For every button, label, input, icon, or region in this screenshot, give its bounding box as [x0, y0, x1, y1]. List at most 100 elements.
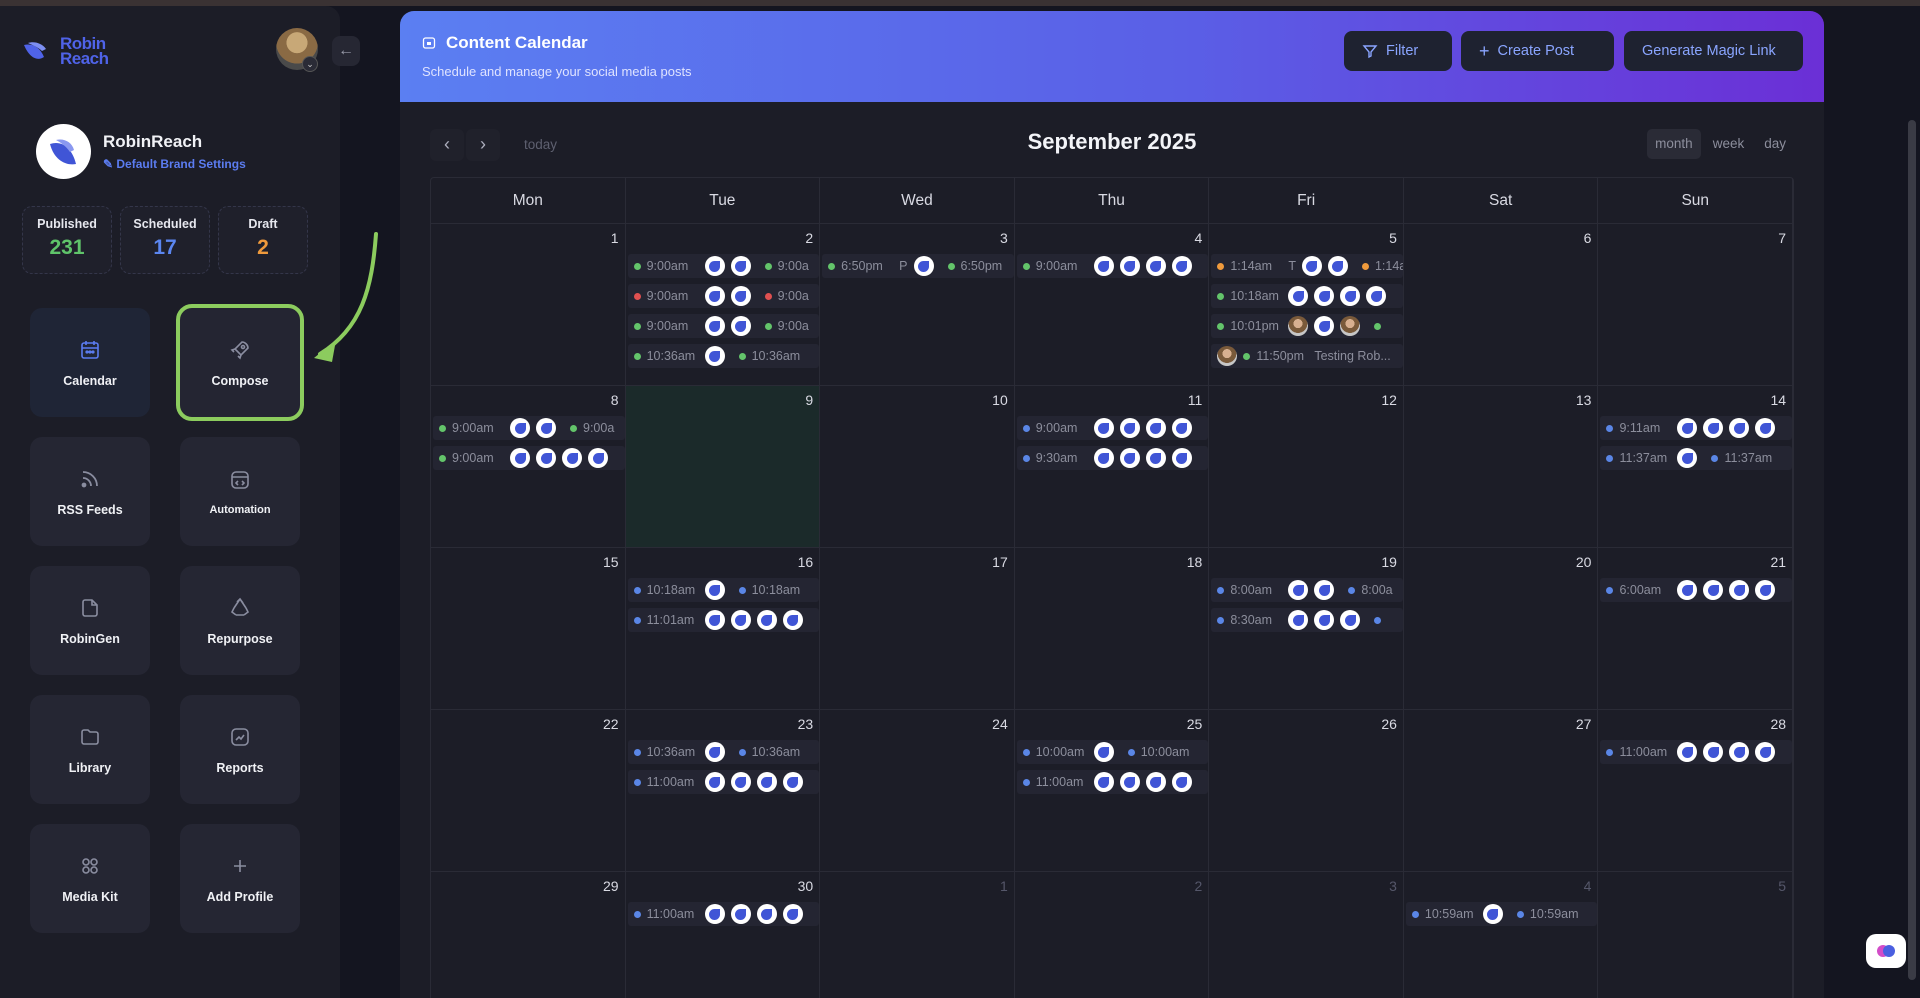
- calendar-day[interactable]: 1: [820, 872, 1015, 998]
- day-number[interactable]: 23: [798, 716, 814, 732]
- calendar-event[interactable]: 9:00am: [1016, 416, 1209, 440]
- calendar-day[interactable]: 8 9:00am 9:00a 9:00am: [431, 386, 626, 547]
- day-number[interactable]: 3: [1389, 878, 1397, 894]
- nav-reports[interactable]: Reports: [180, 695, 300, 804]
- calendar-day[interactable]: 22: [431, 710, 626, 871]
- calendar-day[interactable]: 4 9:00am: [1015, 224, 1210, 385]
- day-number[interactable]: 4: [1584, 878, 1592, 894]
- calendar-event[interactable]: 9:00am 9:00a: [433, 416, 625, 440]
- brand-settings-link[interactable]: ✎ Default Brand Settings: [103, 157, 246, 171]
- calendar-day[interactable]: 1: [431, 224, 626, 385]
- calendar-day[interactable]: 9: [625, 386, 821, 547]
- calendar-day[interactable]: 2: [1015, 872, 1210, 998]
- day-number[interactable]: 18: [1187, 554, 1203, 570]
- day-number[interactable]: 22: [603, 716, 619, 732]
- day-number[interactable]: 19: [1381, 554, 1397, 570]
- day-number[interactable]: 16: [798, 554, 814, 570]
- day-number[interactable]: 28: [1770, 716, 1786, 732]
- nav-media-kit[interactable]: Media Kit: [30, 824, 150, 933]
- calendar-day[interactable]: 25 10:00am 10:00am 11:00am: [1015, 710, 1210, 871]
- create-post-button[interactable]: + Create Post: [1461, 31, 1614, 71]
- calendar-event[interactable]: 9:00am: [1016, 254, 1209, 278]
- calendar-day[interactable]: 26: [1209, 710, 1404, 871]
- calendar-day[interactable]: 2 9:00am 9:00a 9:00am 9:00a 9:00am 9:00a 10:36a…: [626, 224, 821, 385]
- calendar-event[interactable]: 6:00am: [1600, 578, 1793, 602]
- calendar-day[interactable]: 28 11:00am: [1598, 710, 1794, 871]
- calendar-day[interactable]: 4 10:59am 10:59am: [1404, 872, 1599, 998]
- calendar-event[interactable]: 10:18am 10:18am: [627, 578, 820, 602]
- calendar-event[interactable]: 11:01am: [627, 608, 820, 632]
- calendar-event[interactable]: 6:50pmP6:50pmP: [822, 254, 1014, 278]
- calendar-day[interactable]: 6: [1404, 224, 1599, 385]
- day-number[interactable]: 14: [1770, 392, 1786, 408]
- nav-automation[interactable]: Automation: [180, 437, 300, 546]
- calendar-event[interactable]: 10:36am 10:36am: [627, 740, 820, 764]
- calendar-day[interactable]: 3 6:50pmP6:50pmP: [820, 224, 1015, 385]
- stat-published[interactable]: Published 231: [22, 206, 112, 274]
- calendar-event[interactable]: 11:50pm Testing Rob...: [1211, 344, 1403, 368]
- calendar-day[interactable]: 27: [1404, 710, 1599, 871]
- app-logo[interactable]: Robin Reach: [22, 35, 109, 67]
- calendar-day[interactable]: 13: [1404, 386, 1599, 547]
- calendar-day[interactable]: 23 10:36am 10:36am 11:00am: [626, 710, 821, 871]
- nav-add-profile[interactable]: Add Profile: [180, 824, 300, 933]
- calendar-event[interactable]: 9:00am 9:00a: [627, 284, 820, 308]
- day-number[interactable]: 11: [1188, 392, 1203, 408]
- day-number[interactable]: 8: [611, 392, 619, 408]
- assistant-button[interactable]: [1866, 934, 1906, 968]
- calendar-day[interactable]: 5: [1598, 872, 1794, 998]
- calendar-event[interactable]: 9:30am: [1016, 446, 1209, 470]
- day-number[interactable]: 15: [603, 554, 619, 570]
- day-number[interactable]: 20: [1576, 554, 1592, 570]
- day-number[interactable]: 29: [603, 878, 619, 894]
- calendar-day[interactable]: 11 9:00am 9:30am: [1015, 386, 1210, 547]
- calendar-day[interactable]: 20: [1404, 548, 1599, 709]
- calendar-event[interactable]: 9:00am 9:00a: [627, 314, 820, 338]
- view-week-button[interactable]: week: [1705, 129, 1753, 159]
- brand-avatar[interactable]: [36, 124, 91, 179]
- calendar-event[interactable]: 10:01pm: [1211, 314, 1403, 338]
- calendar-day[interactable]: 5 1:14amT1:14amT... 10:18am 10:01pm 11:50pmT…: [1209, 224, 1404, 385]
- calendar-day[interactable]: 19 8:00am 8:00a 8:30am: [1209, 548, 1404, 709]
- nav-library[interactable]: Library: [30, 695, 150, 804]
- day-number[interactable]: 25: [1187, 716, 1203, 732]
- day-number[interactable]: 13: [1576, 392, 1592, 408]
- calendar-event[interactable]: 1:14amT1:14amT...: [1211, 254, 1403, 278]
- day-number[interactable]: 5: [1778, 878, 1786, 894]
- nav-calendar[interactable]: Calendar: [30, 308, 150, 417]
- calendar-event[interactable]: 10:18am: [1211, 284, 1403, 308]
- calendar-event[interactable]: 11:00am: [1600, 740, 1793, 764]
- nav-rss-feeds[interactable]: RSS Feeds: [30, 437, 150, 546]
- day-number[interactable]: 7: [1778, 230, 1786, 246]
- calendar-day[interactable]: 17: [820, 548, 1015, 709]
- day-number[interactable]: 17: [992, 554, 1008, 570]
- day-number[interactable]: 24: [992, 716, 1008, 732]
- calendar-day[interactable]: 18: [1015, 548, 1210, 709]
- generate-magic-link-button[interactable]: Generate Magic Link: [1624, 31, 1803, 71]
- day-number[interactable]: 2: [805, 230, 813, 246]
- calendar-event[interactable]: 11:00am: [627, 770, 820, 794]
- day-number[interactable]: 10: [992, 392, 1008, 408]
- day-number[interactable]: 6: [1584, 230, 1592, 246]
- calendar-day[interactable]: 7: [1598, 224, 1794, 385]
- stat-scheduled[interactable]: Scheduled 17: [120, 206, 210, 274]
- nav-compose[interactable]: Compose: [176, 304, 304, 421]
- calendar-event[interactable]: 11:00am: [627, 902, 820, 926]
- collapse-sidebar-button[interactable]: ←: [332, 36, 360, 66]
- day-number[interactable]: 3: [1000, 230, 1008, 246]
- calendar-event[interactable]: 9:00am 9:00a: [627, 254, 820, 278]
- calendar-day[interactable]: 29: [431, 872, 626, 998]
- stat-draft[interactable]: Draft 2: [218, 206, 308, 274]
- calendar-day[interactable]: 16 10:18am 10:18am 11:01am: [626, 548, 821, 709]
- calendar-day[interactable]: 15: [431, 548, 626, 709]
- nav-robingen[interactable]: RobinGen: [30, 566, 150, 675]
- day-number[interactable]: 27: [1576, 716, 1592, 732]
- calendar-event[interactable]: 10:59am 10:59am: [1405, 902, 1598, 926]
- day-number[interactable]: 5: [1389, 230, 1397, 246]
- calendar-day[interactable]: 21 6:00am: [1598, 548, 1794, 709]
- day-number[interactable]: 2: [1195, 878, 1203, 894]
- nav-repurpose[interactable]: Repurpose: [180, 566, 300, 675]
- calendar-day[interactable]: 3: [1209, 872, 1404, 998]
- scrollbar[interactable]: [1908, 120, 1916, 980]
- calendar-day[interactable]: 12: [1209, 386, 1404, 547]
